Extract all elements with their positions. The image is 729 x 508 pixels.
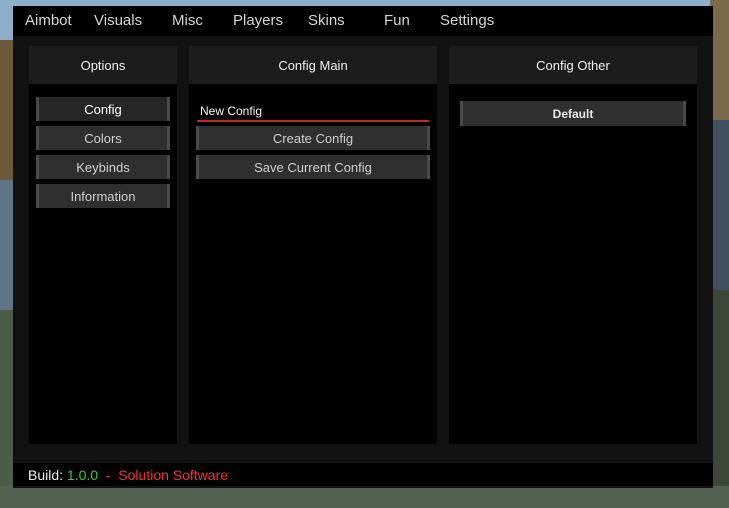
tab-misc[interactable]: Misc (172, 6, 203, 36)
save-current-config-button[interactable]: Save Current Config (196, 155, 430, 179)
create-config-button[interactable]: Create Config (196, 126, 430, 150)
tab-skins[interactable]: Skins (308, 6, 345, 36)
options-panel: Options Config Colors Keybinds Informati… (29, 46, 177, 444)
tab-visuals[interactable]: Visuals (94, 6, 142, 36)
build-label: Build: (28, 466, 64, 483)
config-list-item-default[interactable]: Default (460, 101, 686, 126)
brand-name: Solution Software (118, 466, 229, 483)
tab-settings[interactable]: Settings (440, 6, 494, 36)
options-panel-title: Options (29, 46, 177, 84)
tab-players[interactable]: Players (233, 6, 283, 36)
build-version: 1.0.0 (66, 466, 99, 483)
config-main-panel: Config Main New Config Create Config Sav… (189, 46, 437, 444)
top-tab-bar: Aimbot Visuals Misc Players Skins Fun Se… (13, 6, 713, 36)
config-name-input[interactable]: New Config (197, 102, 429, 122)
cheat-menu-window: Aimbot Visuals Misc Players Skins Fun Se… (13, 6, 713, 488)
options-item-colors[interactable]: Colors (36, 126, 170, 150)
config-other-panel: Config Other Default (449, 46, 697, 444)
config-other-title: Config Other (449, 46, 697, 84)
config-main-title: Config Main (189, 46, 437, 84)
tab-aimbot[interactable]: Aimbot (25, 6, 72, 36)
options-item-keybinds[interactable]: Keybinds (36, 155, 170, 179)
tab-fun[interactable]: Fun (384, 6, 410, 36)
options-item-config[interactable]: Config (36, 97, 170, 121)
options-item-information[interactable]: Information (36, 184, 170, 208)
build-footer: Build: 1.0.0 - Solution Software (13, 463, 713, 486)
